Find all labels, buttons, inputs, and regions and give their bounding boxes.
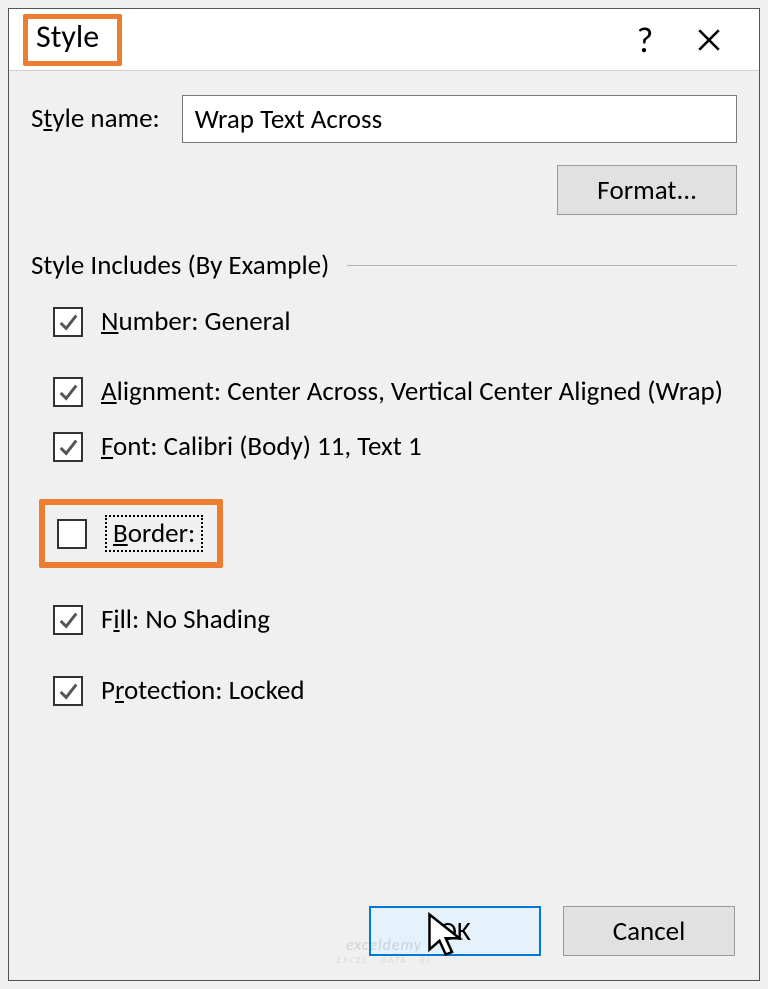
close-icon[interactable]: [677, 27, 741, 53]
check-label-alignment: Alignment: Center Across, Vertical Cente…: [101, 374, 723, 410]
group-legend-text: Style Includes (By Example): [31, 249, 329, 282]
format-button[interactable]: Format...: [557, 165, 737, 215]
help-icon[interactable]: ?: [613, 18, 677, 62]
check-label-protection: Protection: Locked: [101, 673, 305, 709]
style-name-row: Style name:: [31, 95, 737, 143]
checkbox-font[interactable]: [53, 432, 83, 462]
checkbox-alignment[interactable]: [53, 377, 83, 407]
check-item-border[interactable]: Border:: [39, 499, 223, 568]
checkbox-number[interactable]: [53, 307, 83, 337]
dialog-title: Style: [23, 14, 122, 66]
dialog-footer: OK Cancel: [369, 906, 735, 956]
checkbox-protection[interactable]: [53, 676, 83, 706]
style-name-label: Style name:: [31, 104, 160, 134]
check-label-fill: Fill: No Shading: [101, 602, 270, 638]
group-legend-line: [347, 265, 737, 266]
check-list: Number: General Alignment: Center Across…: [31, 304, 737, 709]
checkbox-fill[interactable]: [53, 605, 83, 635]
check-label-border: Border:: [105, 515, 203, 552]
check-label-font: Font: Calibri (Body) 11, Text 1: [101, 429, 422, 465]
group-legend: Style Includes (By Example): [31, 249, 737, 282]
check-label-number: Number: General: [101, 304, 291, 340]
style-dialog: Style ? Style name: Format... Style Incl…: [8, 8, 760, 981]
check-item-alignment[interactable]: Alignment: Center Across, Vertical Cente…: [53, 374, 737, 410]
check-item-protection[interactable]: Protection: Locked: [53, 673, 737, 709]
ok-button[interactable]: OK: [369, 906, 541, 956]
title-bar: Style ?: [9, 9, 759, 71]
style-includes-group: Style Includes (By Example) Number: Gene…: [31, 249, 737, 709]
checkbox-border[interactable]: [57, 519, 87, 549]
cancel-button[interactable]: Cancel: [563, 906, 735, 956]
style-name-input[interactable]: [182, 95, 737, 143]
check-item-font[interactable]: Font: Calibri (Body) 11, Text 1: [53, 429, 737, 465]
check-item-number[interactable]: Number: General: [53, 304, 737, 340]
dialog-content: Style name: Format... Style Includes (By…: [9, 71, 759, 709]
check-item-fill[interactable]: Fill: No Shading: [53, 602, 737, 638]
